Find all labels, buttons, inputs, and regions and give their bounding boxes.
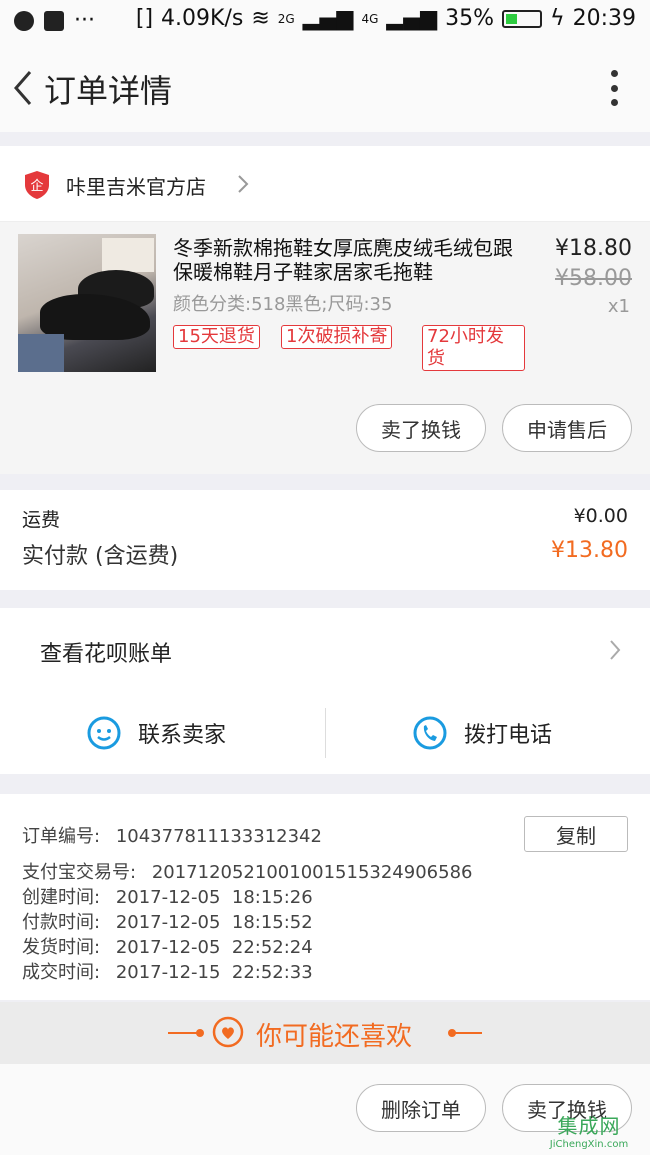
battery-percent: 35% bbox=[445, 6, 495, 31]
after-sale-button[interactable]: 申请售后 bbox=[502, 404, 632, 452]
created-time: 2017-12-05 18:15:26 bbox=[115, 887, 313, 908]
status-right: [] 4.09K/s ≋ 2G ▂▄▆ 4G ▂▄▆ 35% ϟ 20:39 bbox=[136, 6, 636, 31]
paid-value: ¥13.80 bbox=[551, 538, 628, 563]
chevron-right-icon bbox=[238, 175, 249, 193]
product-price: ¥18.80 bbox=[555, 236, 632, 261]
service-tag: 15天退货 bbox=[173, 325, 260, 349]
done-time: 2017-12-15 22:52:33 bbox=[115, 962, 313, 983]
thumb-leg-shape bbox=[18, 334, 64, 372]
order-number-label: 订单编号: bbox=[22, 826, 101, 847]
enterprise-shop-icon: 企 bbox=[25, 171, 49, 199]
product-sku: 颜色分类:518黑色;尺码:35 bbox=[173, 294, 393, 315]
watermark: 集成网 JiChengXin.com bbox=[534, 1110, 644, 1154]
contact-seller-button[interactable]: 联系卖家 bbox=[86, 700, 226, 766]
shipped-line: 发货时间: 2017-12-05 22:52:24 bbox=[22, 933, 313, 959]
paid-time-line: 付款时间: 2017-12-05 18:15:52 bbox=[22, 908, 313, 934]
watermark-sub: JiChengXin.com bbox=[549, 1139, 629, 1150]
huabei-bill-link[interactable]: 查看花呗账单 bbox=[40, 636, 172, 668]
shop-name: 咔里吉米官方店 bbox=[66, 175, 206, 199]
paid-label: 实付款 (含运费) bbox=[22, 544, 179, 569]
more-dots-icon: ··· bbox=[74, 8, 95, 33]
net-speed: 4.09K/s bbox=[161, 6, 244, 31]
chevron-right-icon[interactable] bbox=[608, 638, 622, 662]
call-phone-button[interactable]: 拨打电话 bbox=[412, 700, 552, 766]
signal-icon: ▂▄▆ bbox=[386, 6, 438, 31]
heart-icon bbox=[212, 1016, 244, 1048]
phone-icon bbox=[413, 716, 447, 750]
divider-dot bbox=[196, 1029, 204, 1037]
shipping-value: ¥0.00 bbox=[573, 505, 628, 527]
sim1-label: 2G bbox=[277, 11, 295, 26]
shipped-time: 2017-12-05 22:52:24 bbox=[115, 937, 313, 958]
watermark-main: 集成网 bbox=[557, 1114, 621, 1138]
product-title[interactable]: 冬季新款棉拖鞋女厚底麂皮绒毛绒包跟保暖棉鞋月子鞋家居家毛拖鞋 bbox=[173, 236, 525, 284]
call-phone-label: 拨打电话 bbox=[464, 723, 553, 748]
product-quantity: x1 bbox=[607, 296, 630, 317]
shop-badge-char: 企 bbox=[30, 178, 43, 194]
thumb-box-shape bbox=[102, 238, 154, 272]
chat-icon bbox=[87, 716, 121, 750]
signal-icon: ▂▄▆ bbox=[302, 6, 354, 31]
battery-icon bbox=[502, 9, 543, 28]
sync-icon bbox=[14, 10, 34, 31]
service-tag: 72小时发货 bbox=[422, 325, 525, 371]
service-tag: 1次破损补寄 bbox=[281, 325, 393, 349]
alipay-number: 2017120521001001515324906586 bbox=[151, 862, 473, 883]
alipay-line: 支付宝交易号: 2017120521001001515324906586 bbox=[22, 858, 472, 884]
copy-button[interactable]: 复制 bbox=[524, 816, 628, 852]
delete-order-button[interactable]: 删除订单 bbox=[356, 1084, 486, 1132]
order-number-line: 订单编号: 104377811133312342 bbox=[22, 822, 322, 848]
alipay-label: 支付宝交易号: bbox=[22, 862, 137, 883]
sim2-label: 4G bbox=[361, 11, 379, 26]
created-label: 创建时间: bbox=[22, 887, 101, 908]
header: 订单详情 bbox=[0, 44, 650, 132]
recommend-label: 你可能还喜欢 bbox=[256, 1022, 413, 1052]
shipping-label: 运费 bbox=[22, 509, 61, 531]
divider bbox=[325, 708, 326, 758]
contact-seller-label: 联系卖家 bbox=[138, 723, 227, 748]
shipped-label: 发货时间: bbox=[22, 937, 101, 958]
status-bar: ··· [] 4.09K/s ≋ 2G ▂▄▆ 4G ▂▄▆ 35% ϟ 20:… bbox=[0, 0, 650, 44]
product-original-price: ¥58.00 bbox=[555, 266, 632, 291]
product-thumbnail[interactable] bbox=[18, 234, 156, 372]
charging-icon: ϟ bbox=[550, 6, 565, 31]
created-line: 创建时间: 2017-12-05 18:15:26 bbox=[22, 883, 313, 909]
clock: 20:39 bbox=[572, 6, 636, 31]
sell-button[interactable]: 卖了换钱 bbox=[356, 404, 486, 452]
page-title: 订单详情 bbox=[44, 72, 173, 110]
done-label: 成交时间: bbox=[22, 962, 101, 983]
vibrate-icon: [] bbox=[135, 6, 154, 31]
divider-line bbox=[168, 1032, 198, 1034]
more-menu-icon[interactable] bbox=[608, 70, 620, 106]
recommend-banner: 你可能还喜欢 bbox=[0, 1002, 650, 1064]
wifi-icon: ≋ bbox=[251, 6, 270, 31]
status-left: ··· bbox=[14, 8, 95, 33]
divider-line bbox=[452, 1032, 482, 1034]
app-grid-icon bbox=[44, 10, 64, 31]
order-number: 104377811133312342 bbox=[115, 826, 322, 847]
paid-time: 2017-12-05 18:15:52 bbox=[115, 912, 313, 933]
done-line: 成交时间: 2017-12-15 22:52:33 bbox=[22, 958, 313, 984]
paid-time-label: 付款时间: bbox=[22, 912, 101, 933]
shop-row[interactable]: 企 咔里吉米官方店 bbox=[0, 146, 650, 222]
back-arrow-icon[interactable] bbox=[6, 64, 38, 112]
